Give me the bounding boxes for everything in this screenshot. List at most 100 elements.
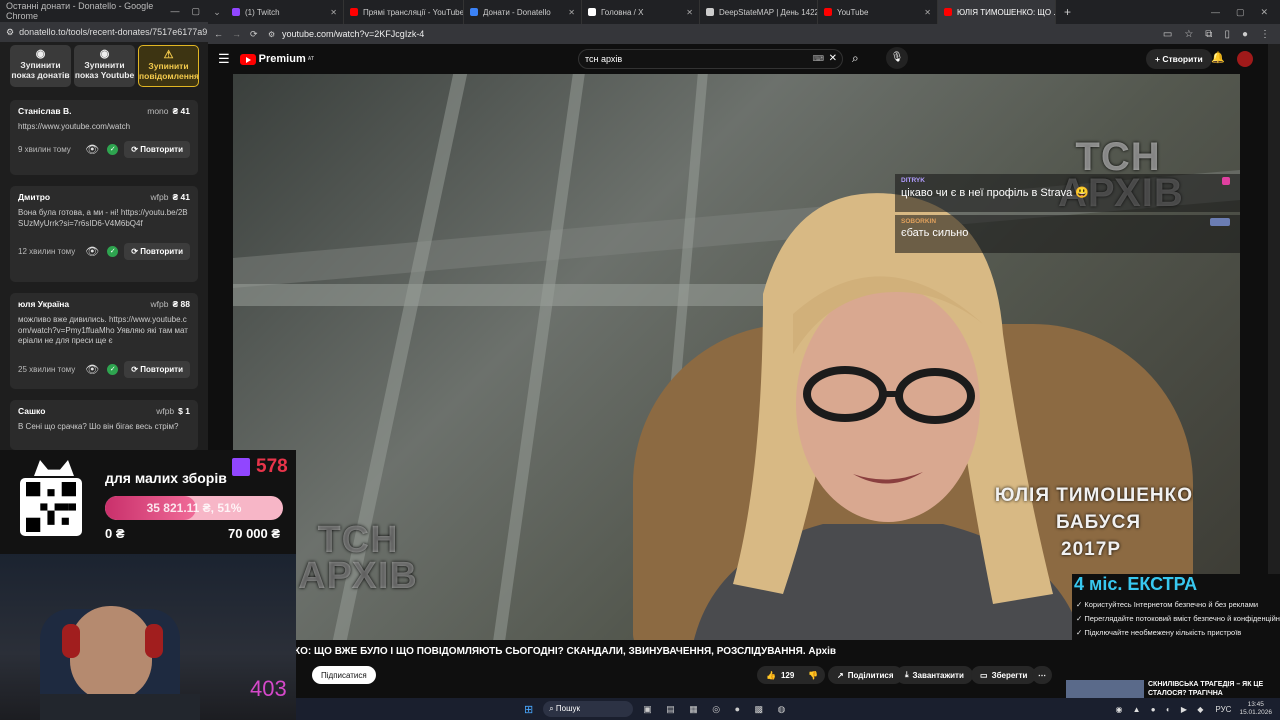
- check-icon[interactable]: ✓: [107, 143, 119, 155]
- check-icon[interactable]: ✓: [107, 246, 119, 257]
- close-icon[interactable]: ✕: [324, 8, 337, 17]
- download-button[interactable]: ⤓ Завантажити: [896, 666, 973, 684]
- payment-method: wfpb: [150, 299, 169, 309]
- tab-donatello[interactable]: Донати - Donatello ✕: [464, 0, 582, 24]
- cast-icon[interactable]: ▭: [1163, 29, 1172, 40]
- viewer-count: 578: [256, 456, 288, 477]
- tab-youtube[interactable]: YouTube ✕: [818, 0, 938, 24]
- menu-icon[interactable]: ⋮: [1260, 29, 1270, 40]
- site-info-icon[interactable]: ⚙: [268, 30, 282, 39]
- tab-x[interactable]: Головна / X ✕: [582, 0, 700, 24]
- youtube-logo[interactable]: Premium AT: [239, 53, 314, 65]
- maximize-icon[interactable]: ▢: [1236, 7, 1245, 18]
- stop-donations-button[interactable]: ◉ Зупинити показ донатів: [10, 45, 71, 87]
- promo-item-text: Підключайте необмежену кількість пристро…: [1084, 628, 1242, 637]
- profile-icon[interactable]: ●: [1242, 29, 1248, 40]
- youtube-logo-text: Premium: [258, 53, 306, 65]
- chat-message: SOBORKIN єбать сильно: [895, 215, 1240, 253]
- search-icon[interactable]: ⌕: [852, 51, 859, 66]
- tab-active-video[interactable]: ЮЛІЯ ТИМОШЕНКО: ЩО ...✕: [938, 0, 1056, 24]
- share-icon: ↗: [837, 670, 844, 680]
- minimize-icon[interactable]: —: [170, 6, 179, 17]
- donation-message: Вона була готова, а ми - ні! https://you…: [18, 208, 188, 228]
- taskbar-app-icons[interactable]: ▣ ▤ ▦ ◎ ● ▩ ◍: [643, 704, 791, 715]
- tab-twitch[interactable]: (1) Twitch ✕: [226, 0, 344, 24]
- extensions-icon[interactable]: ⧉: [1205, 29, 1212, 40]
- stop-icon: ◉: [35, 48, 46, 60]
- clock-date: 15.01.2026: [1239, 709, 1272, 716]
- promo-item: ✓ Підключайте необмежену кількість прист…: [1076, 628, 1242, 637]
- share-button[interactable]: ↗ Поділитися: [828, 666, 903, 684]
- search-input[interactable]: тсн архів ⌨ ✕: [578, 49, 843, 69]
- hamburger-menu-icon[interactable]: ☰: [218, 51, 230, 67]
- x-logo-icon: [588, 8, 596, 16]
- tab-search-icon[interactable]: ⌄: [208, 7, 226, 18]
- windows-start-icon[interactable]: ⊞: [524, 703, 533, 716]
- reload-icon[interactable]: ⟳: [250, 29, 268, 40]
- save-label: Зберегти: [991, 670, 1028, 680]
- youtube-header: ☰ Premium AT тсн архів ⌨ ✕ ⌕ 🎙 + Створити…: [208, 44, 1268, 74]
- forward-icon[interactable]: →: [232, 29, 250, 39]
- donation-time: 12 хвилин тому: [18, 247, 76, 256]
- donor-name: Дмитро: [18, 192, 51, 202]
- eye-icon[interactable]: 👁: [85, 363, 99, 376]
- tab-deepstate[interactable]: DeepStateMAP | День 1422 | М...✕: [700, 0, 818, 24]
- search-value: тсн архів: [585, 54, 623, 64]
- caption-line: БАБУСЯ: [1055, 512, 1141, 533]
- donatello-url-text: donatello.to/tools/recent-donates/7517e6…: [19, 27, 208, 37]
- close-window-icon[interactable]: ✕: [1260, 7, 1268, 18]
- close-icon[interactable]: ✕: [918, 8, 931, 17]
- url-field[interactable]: youtube.com/watch?v=2KFJcgIzk-4: [282, 29, 424, 39]
- repeat-button[interactable]: ⟳ Повторити: [124, 140, 190, 158]
- maximize-icon[interactable]: ▢: [191, 6, 200, 17]
- payment-method: wfpb: [150, 192, 169, 202]
- site-info-icon[interactable]: ⚙: [6, 27, 14, 38]
- close-icon[interactable]: ✕: [680, 8, 693, 17]
- download-label: Завантажити: [912, 670, 964, 680]
- tab-label: DeepStateMAP | День 1422 | М...: [719, 7, 818, 17]
- scrollbar[interactable]: [1268, 44, 1280, 574]
- video-player[interactable]: ТСН АРХІВ ТСН АРХІВ ЮЛІЯ ТИМОШЕНКО БАБУС…: [233, 74, 1240, 640]
- microphone-icon[interactable]: 🎙: [886, 47, 908, 69]
- eye-icon[interactable]: 👁: [85, 143, 99, 156]
- goal-progress-label: 35 821.11 ₴, 51%: [146, 501, 242, 515]
- subscribe-button[interactable]: Підписатися: [312, 666, 376, 684]
- sidebar-icon[interactable]: ▯: [1224, 29, 1230, 40]
- bookmark-star-icon[interactable]: ☆: [1184, 29, 1193, 40]
- keyboard-icon[interactable]: ⌨: [812, 50, 824, 68]
- donatello-url[interactable]: ⚙ donatello.to/tools/recent-donates/7517…: [0, 22, 208, 42]
- clock-time: 13:45: [1247, 701, 1264, 708]
- create-button[interactable]: + Створити: [1146, 49, 1212, 69]
- repeat-button[interactable]: ⟳ Повторити: [124, 360, 190, 378]
- avatar[interactable]: [1237, 51, 1253, 67]
- eye-icon[interactable]: 👁: [85, 245, 99, 258]
- minimize-icon[interactable]: —: [1211, 7, 1220, 18]
- donation-message: В Сені що срачка? Шо він бігає весь стрі…: [18, 422, 179, 431]
- tab-youtube-studio[interactable]: Прямі трансляції - YouTube St...✕: [344, 0, 464, 24]
- donation-card: Дмитро wfpb ₴ 41 Вона була готова, а ми - …: [10, 186, 198, 282]
- donation-amount: ₴ 41: [172, 192, 191, 202]
- more-actions-button[interactable]: ⋯: [1032, 666, 1052, 684]
- youtube-icon: [944, 8, 952, 16]
- taskbar-search[interactable]: ⌕ Пошук: [543, 701, 634, 717]
- clear-search-icon[interactable]: ✕: [829, 50, 837, 68]
- save-button[interactable]: ▭ Зберегти: [971, 666, 1037, 684]
- like-button[interactable]: 👍 129 👎: [757, 666, 825, 684]
- repeat-button[interactable]: ⟳ Повторити: [124, 243, 190, 260]
- back-icon[interactable]: ←: [214, 29, 232, 39]
- language-indicator[interactable]: РУС: [1215, 705, 1231, 714]
- check-icon[interactable]: ✓: [107, 363, 119, 375]
- bookmark-icon: ▭: [980, 670, 988, 680]
- stop-messages-button[interactable]: ⚠ Зупинити повідомлення: [138, 45, 199, 87]
- notifications-bell-icon[interactable]: 🔔: [1211, 51, 1225, 64]
- close-icon[interactable]: ✕: [562, 8, 575, 17]
- tray-icons[interactable]: ◉ ▲ ● ◐ ▶ ◆: [1115, 705, 1207, 714]
- donation-time: 9 хвилин тому: [18, 144, 71, 154]
- stop-youtube-button[interactable]: ◉ Зупинити показ Youtube: [74, 45, 135, 87]
- taskbar-search-label: Пошук: [555, 704, 581, 713]
- related-video[interactable]: СКНИЛІВСЬКА ТРАГЕДІЯ – ЯК ЦЕ СТАЛОСЯ? ТР…: [1066, 680, 1268, 698]
- thumbs-down-icon[interactable]: 👎: [808, 671, 818, 680]
- tab-label: Головна / X: [601, 7, 644, 17]
- new-tab-button[interactable]: +: [1056, 5, 1079, 19]
- clock[interactable]: 13:45 15.01.2026: [1239, 701, 1272, 717]
